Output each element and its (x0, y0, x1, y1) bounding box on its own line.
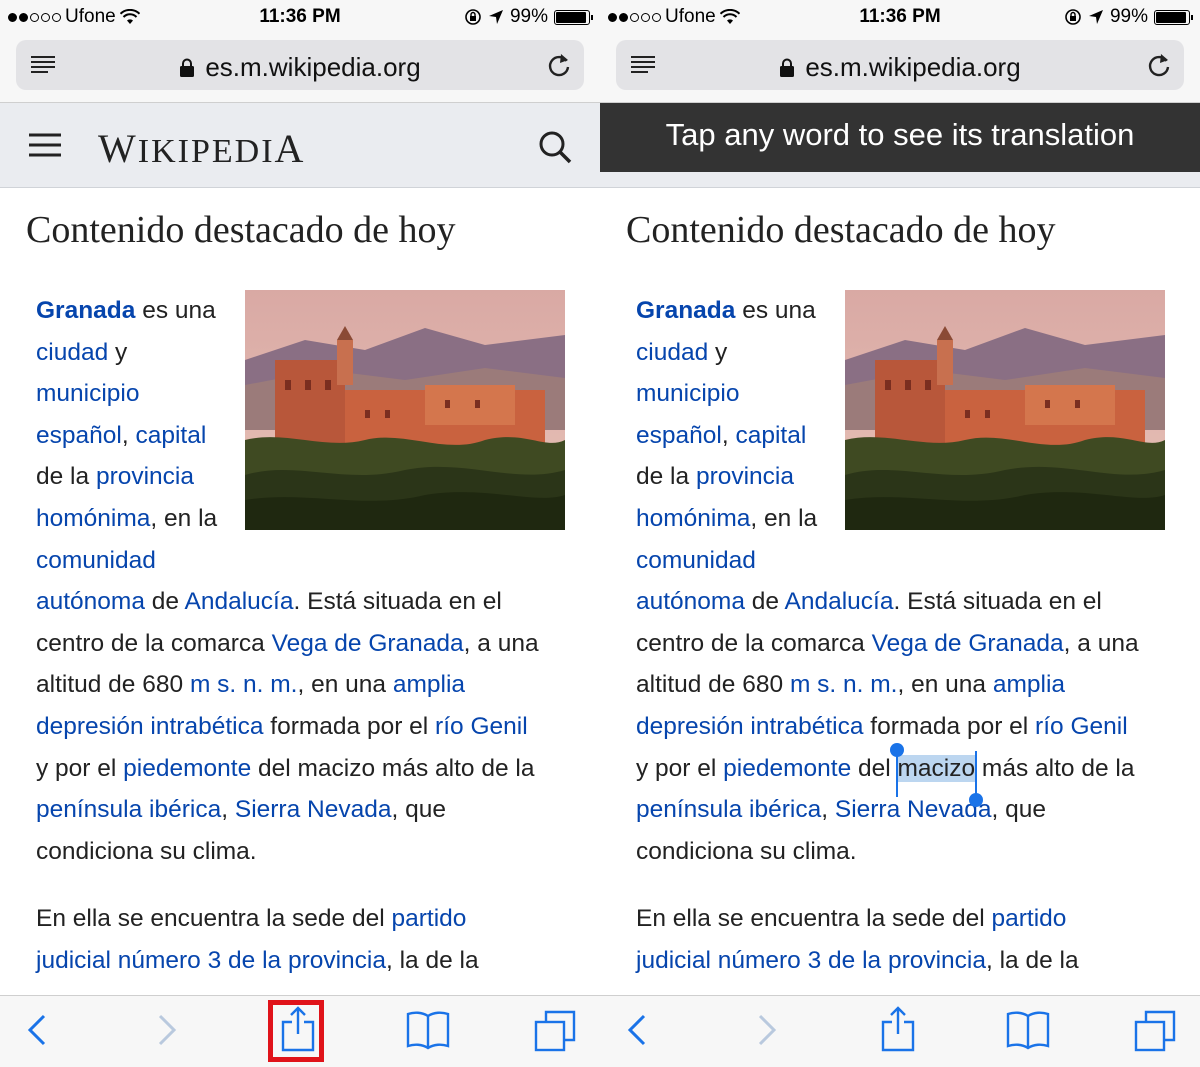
link-comunidad-autonoma[interactable]: comunidad (636, 547, 756, 574)
back-icon[interactable] (24, 1010, 48, 1050)
link-provincia[interactable]: provincia (96, 463, 194, 490)
link-municipio[interactable]: municipio (36, 380, 140, 407)
link-vega-de-granada[interactable]: Vega de Granada (272, 630, 464, 657)
link-vega-de-granada[interactable]: Vega de Granada (872, 630, 1064, 657)
link-msnm[interactable]: m s. n. m. (190, 671, 298, 698)
wikipedia-header: WIKIPEDIA (0, 103, 600, 188)
link-capital[interactable]: capital (135, 422, 206, 449)
header-strip (600, 172, 1200, 188)
bookmarks-icon[interactable] (1006, 1010, 1050, 1050)
orientation-lock-icon (465, 9, 481, 25)
battery-percent: 99% (1109, 6, 1148, 27)
link-provincia[interactable]: provincia (696, 463, 794, 490)
bookmarks-icon[interactable] (406, 1010, 450, 1050)
address-bar-area: es.m.wikipedia.org (0, 34, 600, 103)
page-title: Contenido destacado de hoy (26, 209, 456, 251)
link-capital[interactable]: capital (735, 422, 806, 449)
address-bar[interactable]: es.m.wikipedia.org (616, 40, 1184, 90)
right-screen: Ufone 11:36 PM 99% es.m.wikipedia.org Ta… (600, 0, 1200, 1067)
paragraph-1: Granada es una ciudad y municipio españo… (36, 297, 539, 865)
translation-banner: Tap any word to see its translation (600, 103, 1200, 172)
paragraph-2: En ella se encuentra la sede del partido… (36, 905, 479, 974)
link-comunidad-autonoma[interactable]: comunidad (36, 547, 156, 574)
link-municipio[interactable]: municipio (636, 380, 740, 407)
selection-end-handle[interactable] (969, 750, 984, 807)
tabs-icon[interactable] (534, 1010, 576, 1052)
battery-icon (1154, 9, 1193, 25)
status-bar: Ufone 11:36 PM 99% (600, 0, 1200, 34)
address-bar-area: es.m.wikipedia.org (600, 34, 1200, 103)
paragraph-1: Granada es una ciudad y municipio españo… (636, 297, 1139, 865)
battery-icon (554, 9, 593, 25)
link-piedemonte[interactable]: piedemonte (723, 755, 851, 782)
url-text: es.m.wikipedia.org (805, 52, 1021, 82)
link-rio-genil[interactable]: río Genil (1035, 713, 1128, 740)
link-ciudad[interactable]: ciudad (636, 339, 708, 366)
link-rio-genil[interactable]: río Genil (435, 713, 528, 740)
search-icon[interactable] (538, 130, 572, 164)
link-andalucia[interactable]: Andalucía (185, 588, 294, 615)
reload-icon[interactable] (546, 51, 572, 79)
address-bar[interactable]: es.m.wikipedia.org (16, 40, 584, 90)
link-sierra-nevada[interactable]: Sierra Nevada (835, 796, 992, 823)
orientation-lock-icon (1065, 9, 1081, 25)
link-partido-judicial[interactable]: judicial número 3 de la provincia (36, 947, 386, 974)
share-button-highlight (268, 1000, 324, 1062)
menu-icon[interactable] (28, 133, 62, 157)
left-screen: Ufone 11:36 PM 99% es.m.wikipedia.org WI… (0, 0, 600, 1067)
link-amplia[interactable]: amplia (393, 671, 465, 698)
link-peninsula-iberica[interactable]: península ibérica (36, 796, 221, 823)
word-macizo[interactable]: macizo (298, 755, 376, 782)
link-peninsula-iberica[interactable]: península ibérica (636, 796, 821, 823)
url-display: es.m.wikipedia.org (16, 52, 584, 83)
status-bar: Ufone 11:36 PM 99% (0, 0, 600, 34)
battery-percent: 99% (509, 6, 548, 27)
page-title: Contenido destacado de hoy (626, 209, 1056, 251)
paragraph-2: En ella se encuentra la sede del partido… (636, 905, 1079, 974)
link-andalucia[interactable]: Andalucía (785, 588, 894, 615)
link-comunidad-autonoma[interactable]: autónoma (36, 588, 145, 615)
link-partido-judicial[interactable]: judicial número 3 de la provincia (636, 947, 986, 974)
selection-start-handle[interactable] (889, 742, 904, 797)
link-granada[interactable]: Granada (36, 297, 135, 324)
location-arrow-icon (1088, 10, 1103, 24)
forward-icon[interactable] (156, 1010, 180, 1050)
link-ciudad[interactable]: ciudad (36, 339, 108, 366)
forward-icon[interactable] (756, 1010, 780, 1050)
tabs-icon[interactable] (1134, 1010, 1176, 1052)
link-partido-judicial[interactable]: partido (992, 905, 1067, 932)
link-comunidad-autonoma[interactable]: autónoma (636, 588, 745, 615)
link-piedemonte[interactable]: piedemonte (123, 755, 251, 782)
url-text: es.m.wikipedia.org (205, 52, 421, 82)
link-homonima[interactable]: homónima (36, 505, 150, 532)
wikipedia-wordmark[interactable]: WIKIPEDIA (98, 125, 305, 172)
link-espanol[interactable]: español (36, 422, 122, 449)
link-granada[interactable]: Granada (636, 297, 735, 324)
location-arrow-icon (488, 10, 503, 24)
reload-icon[interactable] (1146, 51, 1172, 79)
link-partido-judicial[interactable]: partido (392, 905, 467, 932)
share-icon[interactable] (880, 1006, 916, 1052)
lock-icon (780, 58, 795, 77)
selected-word-macizo[interactable]: macizo (889, 742, 984, 807)
lock-icon (180, 58, 195, 77)
link-depresion-intrabetica[interactable]: depresión intrabética (636, 713, 863, 740)
safari-toolbar (600, 995, 1200, 1067)
url-display: es.m.wikipedia.org (616, 52, 1184, 83)
link-espanol[interactable]: español (636, 422, 722, 449)
link-homonima[interactable]: homónima (636, 505, 750, 532)
link-amplia[interactable]: amplia (993, 671, 1065, 698)
back-icon[interactable] (624, 1010, 648, 1050)
link-msnm[interactable]: m s. n. m. (790, 671, 898, 698)
link-sierra-nevada[interactable]: Sierra Nevada (235, 796, 392, 823)
link-depresion-intrabetica[interactable]: depresión intrabética (36, 713, 263, 740)
